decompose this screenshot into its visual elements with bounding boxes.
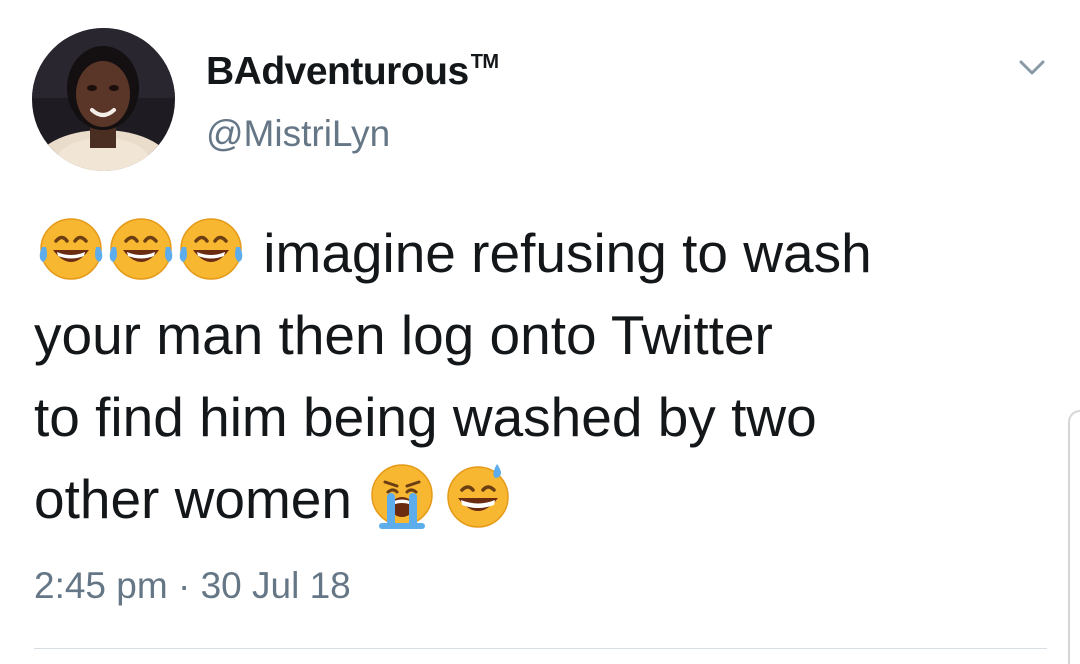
- adjacent-card-edge: [1068, 410, 1080, 664]
- grinning-face-with-sweat-icon: [443, 460, 513, 530]
- tweet-text: imagine refusing to wash your man then l…: [34, 212, 1044, 540]
- tweet-card: BAdventurous TM @MistriLyn imagine refus…: [0, 0, 1080, 664]
- tweet-text-line-2: your man then log onto Twitter: [34, 304, 773, 366]
- leading-emoji-group: [34, 218, 259, 284]
- user-handle[interactable]: @MistriLyn: [206, 113, 390, 155]
- face-with-tears-of-joy-icon: [34, 214, 104, 284]
- tweet-text-line-1: imagine refusing to wash: [34, 212, 1044, 294]
- divider: [34, 648, 1047, 649]
- display-name[interactable]: BAdventurous TM: [206, 50, 499, 94]
- display-name-text: BAdventurous: [206, 50, 469, 93]
- tweet-text-line-4: other women: [34, 458, 1044, 540]
- face-with-tears-of-joy-icon: [104, 214, 174, 284]
- tweet-text-line-1-words: imagine refusing to wash: [263, 222, 872, 284]
- tweet-text-line-3: to find him being washed by two: [34, 386, 817, 448]
- user-avatar[interactable]: [32, 28, 175, 171]
- trademark-mark: TM: [470, 51, 499, 73]
- face-with-tears-of-joy-icon: [174, 214, 244, 284]
- loudly-crying-face-icon: [367, 460, 437, 530]
- avatar-image: [32, 28, 175, 171]
- tweet-text-line-4-words: other women: [34, 468, 352, 530]
- chevron-down-icon[interactable]: [1016, 55, 1048, 79]
- tweet-timestamp[interactable]: 2:45 pm · 30 Jul 18: [34, 565, 351, 607]
